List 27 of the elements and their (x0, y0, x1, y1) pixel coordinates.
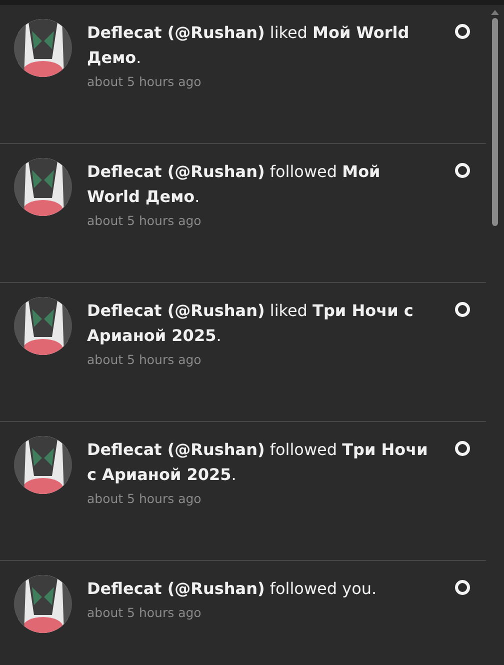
avatar (14, 158, 72, 216)
timestamp: about 5 hours ago (87, 213, 202, 228)
read-toggle[interactable] (455, 441, 470, 456)
notification-text: Deflecat (@Rushan) liked Мой World Демо. (87, 22, 410, 69)
notification-text: Deflecat (@Rushan) followed Мой World Демо. (87, 161, 382, 208)
notification-item[interactable]: Deflecat (@Rushan) liked Три Ночи с Арианой 2025. about 5 hours ago (0, 283, 486, 422)
notification-item[interactable]: Deflecat (@Rushan) followed you. about 5 hours ago (0, 561, 486, 665)
read-toggle[interactable] (455, 302, 470, 317)
avatar (14, 297, 72, 355)
avatar (14, 436, 72, 494)
read-toggle[interactable] (455, 580, 470, 595)
avatar (14, 575, 72, 633)
timestamp: about 5 hours ago (87, 605, 202, 620)
avatar (14, 19, 72, 77)
notification-item[interactable]: Deflecat (@Rushan) liked Мой World Демо. about 5 hours ago (0, 5, 486, 144)
notification-text: Deflecat (@Rushan) followed you. (87, 578, 378, 600)
scrollbar-thumb[interactable] (492, 18, 498, 226)
read-toggle[interactable] (455, 163, 470, 178)
notification-text: Deflecat (@Rushan) liked Три Ночи с Арианой 2025. (87, 300, 414, 347)
notification-item[interactable]: Deflecat (@Rushan) followed Мой World Демо. about 5 hours ago (0, 144, 486, 283)
notification-item[interactable]: Deflecat (@Rushan) followed Три Ночи с Арианой 2025. about 5 hours ago (0, 422, 486, 561)
timestamp: about 5 hours ago (87, 491, 202, 506)
timestamp: about 5 hours ago (87, 352, 202, 367)
notification-text: Deflecat (@Rushan) followed Три Ночи с Арианой 2025. (87, 439, 429, 486)
timestamp: about 5 hours ago (87, 74, 202, 89)
read-toggle[interactable] (455, 24, 470, 39)
scroll-up-icon[interactable] (491, 10, 499, 15)
